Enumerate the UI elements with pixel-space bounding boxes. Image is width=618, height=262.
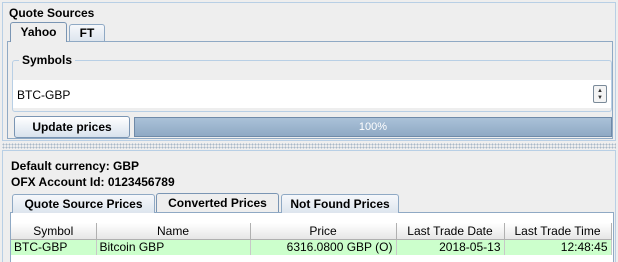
tab-quote-source-prices[interactable]: Quote Source Prices	[12, 194, 155, 213]
ofx-account-label: OFX Account Id: 0123456789	[11, 175, 175, 189]
symbols-label: Symbols	[19, 53, 76, 67]
split-pane-divider[interactable]	[2, 143, 616, 149]
cell-last-trade-time: 12:48:45	[504, 239, 612, 255]
column-header-price[interactable]: Price	[250, 223, 397, 240]
prices-table: Symbol Name Price Last Trade Date Last T…	[11, 223, 612, 255]
column-header-symbol[interactable]: Symbol	[11, 223, 97, 240]
symbols-input[interactable]: BTC-GBP	[13, 80, 611, 108]
column-header-last-trade-date[interactable]: Last Trade Date	[396, 223, 505, 240]
default-currency-label: Default currency: GBP	[11, 159, 140, 173]
progress-bar: 100%	[134, 117, 612, 137]
tab-ft[interactable]: FT	[69, 24, 105, 41]
up-down-spinner-icon[interactable]: ▲ ▼	[593, 85, 607, 103]
tab-yahoo[interactable]: Yahoo	[10, 22, 67, 42]
tab-not-found-prices[interactable]: Not Found Prices	[281, 194, 399, 213]
column-header-name[interactable]: Name	[96, 223, 251, 240]
cell-last-trade-date: 2018-05-13	[396, 239, 505, 255]
table-header-row: Symbol Name Price Last Trade Date Last T…	[11, 223, 612, 240]
cell-name: Bitcoin GBP	[96, 239, 251, 255]
column-header-last-trade-time[interactable]: Last Trade Time	[504, 223, 612, 240]
update-prices-button[interactable]: Update prices	[14, 116, 130, 138]
table-row[interactable]: BTC-GBP Bitcoin GBP 6316.0800 GBP (O) 20…	[11, 239, 612, 255]
quote-sources-title: Quote Sources	[9, 6, 95, 20]
tab-converted-prices[interactable]: Converted Prices	[156, 193, 279, 212]
cell-price: 6316.0800 GBP (O)	[250, 239, 397, 255]
cell-symbol: BTC-GBP	[11, 239, 97, 255]
